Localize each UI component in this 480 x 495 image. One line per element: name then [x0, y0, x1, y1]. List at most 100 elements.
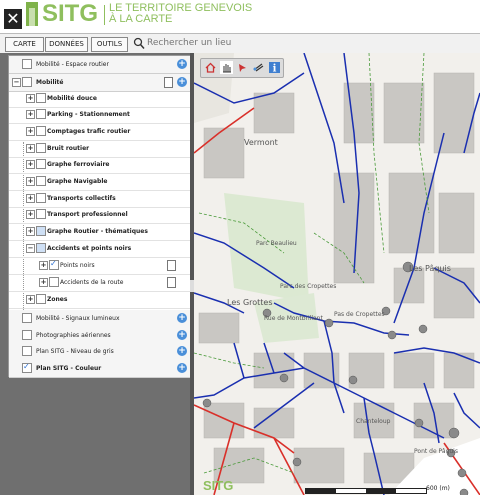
expand-icon[interactable]: +	[26, 160, 35, 169]
layer-label: Accidents de la route	[60, 279, 124, 286]
search-input[interactable]	[147, 37, 467, 49]
pan-icon[interactable]	[220, 61, 233, 74]
layer-row-zones[interactable]: + Zones	[9, 291, 190, 309]
measure-icon[interactable]	[252, 61, 265, 74]
layer-row-parking[interactable]: + Parking - Stationnement	[9, 106, 190, 124]
add-layer-icon[interactable]: +	[177, 59, 187, 69]
close-button[interactable]: ✕	[4, 9, 22, 29]
app-header: ✕ SITG LE TERRITOIRE GENEVOIS À LA CARTE	[0, 0, 480, 33]
layer-checkbox[interactable]	[36, 159, 46, 169]
layer-checkbox[interactable]	[36, 126, 46, 136]
tab-donnees[interactable]: DONNÉES	[45, 37, 88, 52]
layer-row-plan-couleur[interactable]: Plan SITG - Couleur +	[9, 360, 190, 378]
add-layer-icon[interactable]: +	[177, 330, 187, 340]
layer-row-transport-professionnel[interactable]: + Transport professionnel	[9, 206, 190, 224]
expand-icon[interactable]: +	[26, 177, 35, 186]
layer-checkbox-checked[interactable]	[49, 259, 59, 270]
layer-checkbox[interactable]	[36, 143, 46, 153]
layer-row-graphe-navigable[interactable]: + Graphe Navigable	[9, 173, 190, 191]
map-label-street: Chanteloup	[356, 418, 391, 425]
layer-label: Mobilité douce	[47, 95, 97, 102]
document-icon[interactable]	[167, 260, 176, 271]
layer-checkbox[interactable]	[22, 77, 32, 87]
layer-row-plan-gris[interactable]: Plan SITG - Niveau de gris +	[9, 343, 190, 361]
expand-icon[interactable]: +	[26, 94, 35, 103]
expand-icon[interactable]: +	[26, 194, 35, 203]
layer-row-mobilite-espace-routier[interactable]: Mobilité - Espace routier +	[9, 56, 190, 74]
svg-text:i: i	[273, 64, 277, 75]
tab-carte[interactable]: CARTE	[5, 37, 44, 52]
add-layer-icon[interactable]: +	[177, 313, 187, 323]
layer-checkbox[interactable]	[22, 330, 32, 340]
add-layer-icon[interactable]: +	[177, 363, 187, 373]
expand-icon[interactable]: +	[26, 110, 35, 119]
document-icon[interactable]	[167, 277, 176, 288]
collapse-icon[interactable]: −	[26, 244, 35, 253]
layer-label: Mobilité - Espace routier	[36, 61, 109, 68]
info-icon[interactable]: i	[268, 61, 281, 74]
home-icon[interactable]	[204, 61, 217, 74]
expand-icon[interactable]: +	[39, 261, 48, 270]
layer-checkbox[interactable]	[36, 176, 46, 186]
layer-checkbox[interactable]	[36, 109, 46, 119]
layer-label: Accidents et points noirs	[47, 245, 132, 252]
layer-label: Graphe Routier - thématiques	[47, 228, 148, 235]
layer-label: Photographies aériennes	[36, 332, 111, 339]
layer-checkbox[interactable]	[22, 59, 32, 69]
tagline-line2: À LA CARTE	[109, 13, 173, 25]
layer-row-graphe-routier[interactable]: + Graphe Routier - thématiques	[9, 223, 190, 241]
add-layer-icon[interactable]: +	[177, 77, 187, 87]
map-label-street: Pas de Cropettes	[334, 311, 385, 318]
map-label-parc-cropettes: Parc des Cropettes	[280, 283, 337, 290]
add-layer-icon[interactable]: +	[177, 346, 187, 356]
layer-row-comptages[interactable]: + Comptages trafic routier	[9, 123, 190, 141]
layer-checkbox-partial[interactable]	[36, 226, 46, 236]
tagline: LE TERRITOIRE GENEVOIS À LA CARTE	[109, 3, 252, 25]
expand-icon[interactable]: +	[26, 295, 35, 304]
bottom-logo: SITG	[203, 478, 234, 493]
collapse-icon[interactable]: −	[12, 78, 21, 87]
layer-label: Comptages trafic routier	[47, 128, 131, 135]
layer-checkbox[interactable]	[49, 277, 59, 287]
expand-icon[interactable]: +	[26, 227, 35, 236]
layer-row-points-noirs[interactable]: + Points noirs	[9, 257, 190, 275]
layer-checkbox-partial[interactable]	[36, 243, 46, 253]
expand-icon[interactable]: +	[26, 144, 35, 153]
layer-checkbox[interactable]	[36, 93, 46, 103]
document-icon[interactable]	[164, 77, 173, 88]
expand-icon[interactable]: +	[26, 210, 35, 219]
search-icon	[133, 37, 145, 49]
layer-checkbox[interactable]	[36, 294, 46, 304]
layer-label: Mobilité - Signaux lumineux	[36, 315, 120, 322]
layer-label: Transport professionnel	[47, 211, 128, 218]
layer-checkbox-checked[interactable]	[22, 362, 32, 373]
layer-label: Plan SITG - Couleur	[36, 365, 102, 372]
layer-label: Parking - Stationnement	[47, 111, 130, 118]
map-label-street: Rue de Montbrillant	[264, 315, 323, 322]
map-label-les-grottes: Les Grottes	[227, 298, 273, 307]
scale-bar	[305, 488, 427, 494]
layer-label: Graphe ferroviaire	[47, 161, 110, 168]
logo-text: SITG	[42, 0, 99, 27]
layer-row-graphe-ferroviaire[interactable]: + Graphe ferroviaire	[9, 156, 190, 174]
sitg-logo-icon	[26, 2, 38, 26]
expand-icon[interactable]: +	[39, 278, 48, 287]
layer-checkbox[interactable]	[22, 313, 32, 323]
layer-row-accidents-points-noirs[interactable]: − Accidents et points noirs	[9, 240, 190, 258]
select-icon[interactable]	[236, 61, 249, 74]
layer-label: Transports collectifs	[47, 195, 116, 202]
map-label-vermont: Vermont	[244, 138, 278, 147]
layer-row-accidents-route[interactable]: + Accidents de la route	[9, 274, 190, 292]
map-canvas[interactable]: Vermont Parc Beaulieu Parc des Cropettes…	[194, 53, 480, 495]
logo-separator	[104, 5, 105, 25]
map-label-street: Pont de Pâquis	[414, 448, 458, 455]
layer-checkbox[interactable]	[22, 346, 32, 356]
layer-checkbox[interactable]	[36, 193, 46, 203]
layer-checkbox[interactable]	[36, 209, 46, 219]
layer-label: Bruit routier	[47, 145, 90, 152]
tab-outils[interactable]: OUTILS	[91, 37, 128, 52]
layer-row-signaux-lumineux[interactable]: Mobilité - Signaux lumineux +	[9, 310, 190, 328]
map-label-parc-beaulieu: Parc Beaulieu	[256, 240, 297, 247]
layer-label: Graphe Navigable	[47, 178, 108, 185]
expand-icon[interactable]: +	[26, 127, 35, 136]
